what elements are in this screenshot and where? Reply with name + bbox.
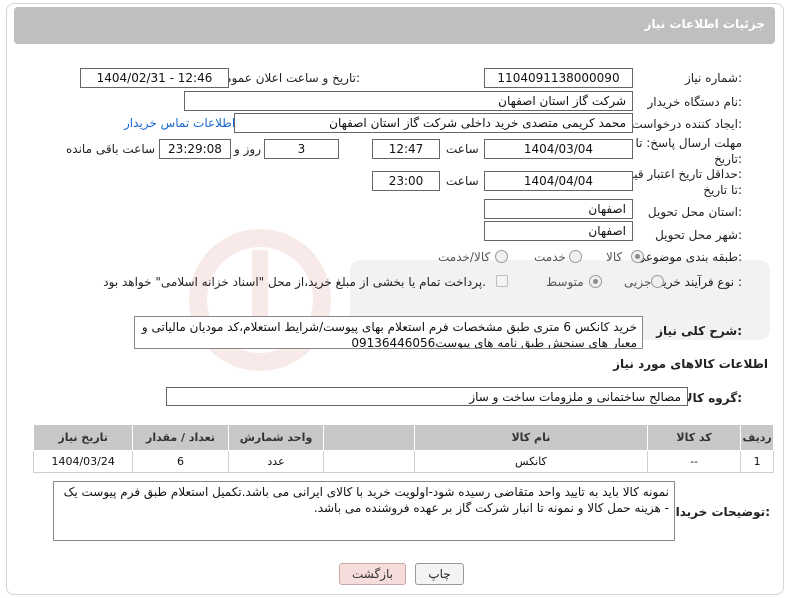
- col-unit-measure: [323, 424, 415, 451]
- table-row: 1404/03/24 6 عدد کانکس -- 1: [32, 450, 774, 473]
- days-label: روز و: [234, 142, 261, 156]
- buyer-notes-textarea[interactable]: نمونه کالا باید به تایید واحد متقاضی رسی…: [53, 481, 675, 541]
- process-medium-radio[interactable]: [589, 275, 602, 288]
- buyer-contact-link[interactable]: اطلاعات تماس خریدار: [124, 116, 235, 130]
- page-title: جزئیات اطلاعات نیاز: [644, 17, 765, 31]
- panel-header: جزئیات اطلاعات نیاز: [14, 7, 775, 44]
- deadline-label-line1: مهلت ارسال پاسخ: تا: [635, 136, 742, 150]
- col-quantity: تعداد / مقدار: [132, 424, 229, 451]
- goods-group-label: گروه کالا:: [683, 391, 742, 405]
- back-button[interactable]: بازگشت: [339, 563, 406, 585]
- buyer-notes-label: توضیحات خریدار:: [668, 505, 770, 519]
- cell-unit: عدد: [227, 450, 325, 473]
- description-textarea[interactable]: خرید کانکس 6 متری طبق مشخصات فرم استعلام…: [134, 316, 643, 349]
- validity-label-line1: حداقل تاریخ اعتبار قیمت:: [615, 167, 742, 181]
- cell-quantity: 6: [132, 450, 229, 473]
- creator-field: محمد کریمی متصدی خرید داخلی شرکت گاز است…: [234, 113, 633, 133]
- treasury-payment-note: پرداخت تمام یا بخشی از مبلغ خرید،از محل …: [103, 275, 486, 289]
- validity-time-label: ساعت: [446, 174, 479, 188]
- col-need-date: تاریخ نیاز: [32, 424, 134, 451]
- deadline-time-label: ساعت: [446, 142, 479, 156]
- need-number-label: شماره نیاز:: [684, 71, 742, 85]
- province-label: استان محل تحویل:: [647, 205, 742, 219]
- description-label: شرح کلی نیاز:: [656, 324, 742, 338]
- category-goods-service-label: کالا/خدمت: [438, 250, 491, 264]
- process-label: نوع فرآیند خرید :: [657, 275, 742, 289]
- col-goods-code: کد کالا: [646, 424, 742, 451]
- buyer-org-field: شرکت گاز استان اصفهان: [184, 91, 633, 111]
- goods-table: تاریخ نیاز تعداد / مقدار واحد شمارش نام …: [32, 424, 774, 473]
- cell-goods-name: کانکس: [413, 450, 648, 473]
- category-label: طبقه بندی موضوعی:: [635, 250, 742, 264]
- category-goods-radio[interactable]: [631, 250, 644, 263]
- category-service-radio[interactable]: [569, 250, 582, 263]
- deadline-date-field: 1404/03/04: [484, 139, 633, 159]
- category-goods-label: کالا: [606, 250, 623, 264]
- cell-goods-code: --: [646, 450, 742, 473]
- col-row: ردیف: [740, 424, 774, 451]
- goods-table-header: تاریخ نیاز تعداد / مقدار واحد شمارش نام …: [32, 424, 774, 451]
- remaining-time-field: 23:29:08: [159, 139, 231, 159]
- category-goods-service-radio[interactable]: [495, 250, 508, 263]
- deadline-label-line2: تاریخ:: [714, 152, 742, 166]
- city-label: شهر محل تحویل:: [655, 228, 742, 242]
- process-minor-radio[interactable]: [651, 275, 664, 288]
- remaining-label: ساعت باقی مانده: [66, 142, 156, 156]
- cell-need-date: 1404/03/24: [32, 450, 134, 473]
- col-unit: واحد شمارش: [227, 424, 325, 451]
- need-number-field: 1104091138000090: [484, 68, 633, 88]
- days-field: 3: [264, 139, 339, 159]
- validity-label-line2: تا تاریخ:: [703, 183, 742, 197]
- announce-label: تاریخ و ساعت اعلان عمومی:: [215, 71, 360, 85]
- buyer-org-label: نام دستگاه خریدار:: [647, 95, 743, 109]
- goods-section-title: اطلاعات کالاهای مورد نیاز: [613, 357, 768, 371]
- validity-date-field: 1404/04/04: [484, 171, 633, 191]
- cell-unit-extra: [323, 450, 415, 473]
- cell-row: 1: [740, 450, 774, 473]
- treasury-payment-checkbox[interactable]: [496, 275, 508, 287]
- col-goods-name: نام کالا: [413, 424, 648, 451]
- goods-group-field: مصالح ساختمانی و ملزومات ساخت و ساز: [166, 387, 688, 406]
- process-minor-label: جزیی: [624, 275, 652, 289]
- city-field: اصفهان: [484, 221, 633, 241]
- deadline-time-field: 12:47: [372, 139, 440, 159]
- category-service-label: خدمت: [534, 250, 566, 264]
- print-button[interactable]: چاپ: [415, 563, 464, 585]
- announce-field: 1404/02/31 - 12:46: [80, 68, 229, 88]
- process-medium-label: متوسط: [546, 275, 584, 289]
- validity-time-field: 23:00: [372, 171, 440, 191]
- province-field: اصفهان: [484, 199, 633, 219]
- creator-label: ایجاد کننده درخواست:: [631, 117, 742, 131]
